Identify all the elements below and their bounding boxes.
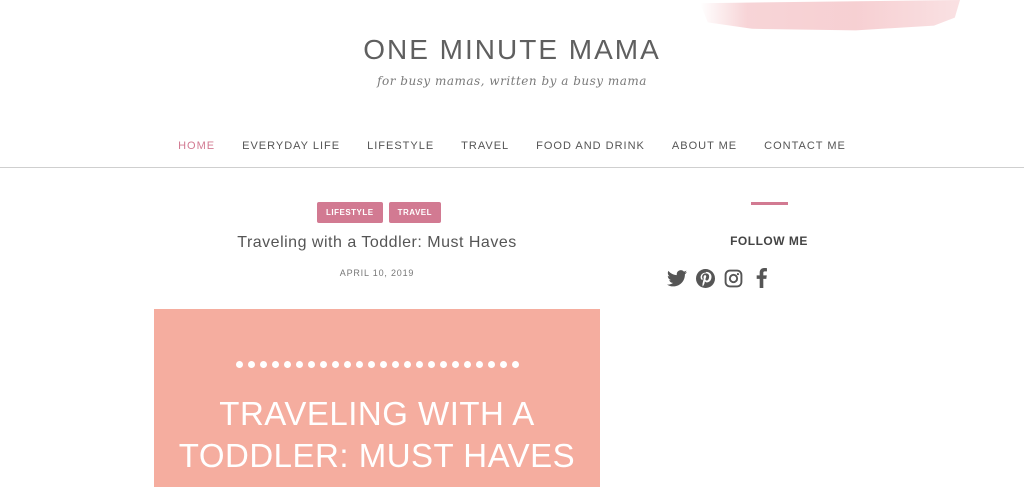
nav-item-contact-me[interactable]: CONTACT ME bbox=[751, 140, 860, 152]
nav-item-travel[interactable]: TRAVEL bbox=[448, 140, 523, 152]
nav-item-everyday-life[interactable]: EVERYDAY LIFE bbox=[229, 140, 354, 152]
decorative-brush-stroke bbox=[700, 0, 960, 31]
nav-divider bbox=[0, 167, 1024, 168]
social-icons bbox=[667, 268, 771, 288]
sidebar-accent-bar bbox=[751, 202, 788, 205]
post-date: APRIL 10, 2019 bbox=[339, 268, 415, 278]
nav-item-home[interactable]: HOME bbox=[165, 140, 229, 152]
nav-item-lifestyle[interactable]: LIFESTYLE bbox=[354, 140, 448, 152]
featured-image-text: TRAVELING WITH A TODDLER: MUST HAVES bbox=[154, 393, 600, 477]
follow-me-heading: FOLLOW ME bbox=[730, 234, 808, 248]
dot-divider bbox=[154, 361, 600, 368]
featured-image[interactable]: TRAVELING WITH A TODDLER: MUST HAVES bbox=[154, 309, 600, 487]
tag-lifestyle[interactable]: LIFESTYLE bbox=[317, 202, 383, 223]
post-title[interactable]: Traveling with a Toddler: Must Haves bbox=[154, 234, 600, 252]
site-title[interactable]: ONE MINUTE MAMA bbox=[0, 34, 1024, 66]
pinterest-icon[interactable] bbox=[695, 268, 715, 288]
featured-image-text-line2: TODDLER: MUST HAVES bbox=[178, 437, 576, 474]
nav-item-food-and-drink[interactable]: FOOD AND DRINK bbox=[523, 140, 659, 152]
post-tags: LIFESTYLE TRAVEL bbox=[317, 202, 442, 223]
tag-travel[interactable]: TRAVEL bbox=[388, 202, 442, 223]
featured-image-text-line1: TRAVELING WITH A bbox=[219, 395, 535, 432]
twitter-icon[interactable] bbox=[667, 268, 687, 288]
main-nav: HOME EVERYDAY LIFE LIFESTYLE TRAVEL FOOD… bbox=[0, 140, 1024, 152]
instagram-icon[interactable] bbox=[723, 268, 743, 288]
nav-item-about-me[interactable]: ABOUT ME bbox=[658, 140, 750, 152]
facebook-icon[interactable] bbox=[751, 268, 771, 288]
site-tagline: for busy mamas, written by a busy mama bbox=[377, 74, 647, 88]
